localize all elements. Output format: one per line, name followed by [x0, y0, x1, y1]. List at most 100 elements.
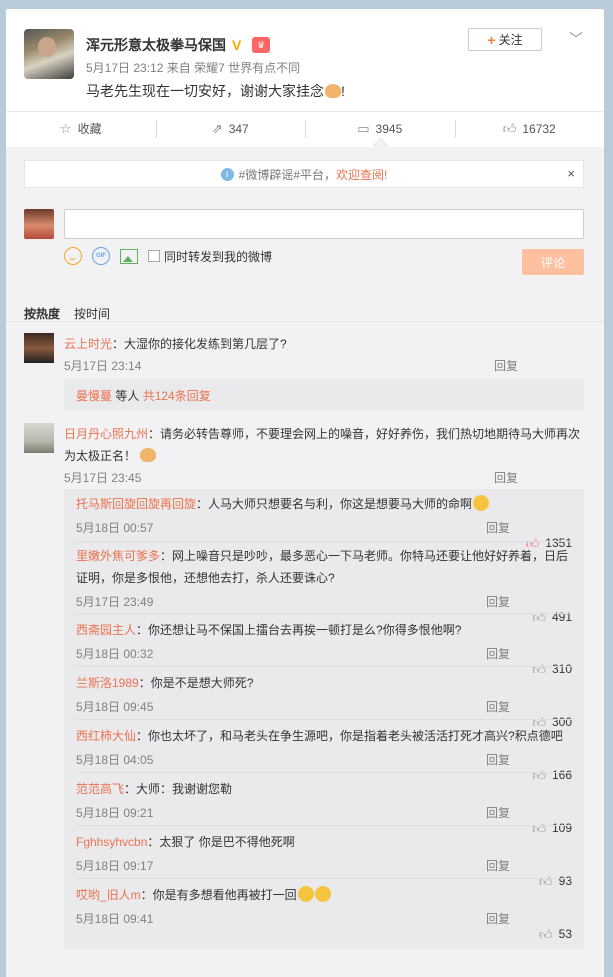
commenter-avatar[interactable] — [24, 333, 54, 363]
comment-section: i #微博辟谣#平台， 欢迎查阅! × GIF 同时转发到我的微博 评论 按热度… — [6, 147, 604, 977]
reply-content: ：太狠了 你是巴不得他死啊 — [147, 835, 295, 849]
sort-tabs: 按热度 按时间 — [24, 305, 110, 322]
follow-label: 关注 — [498, 33, 523, 47]
reply-button[interactable]: 回复 — [486, 857, 510, 874]
reply-button[interactable]: 回复 — [486, 519, 510, 536]
reply-button[interactable]: 回复 — [486, 751, 510, 768]
reply-like-count: 53 — [558, 927, 572, 941]
close-icon[interactable]: × — [567, 166, 575, 181]
post-text-content: 马老先生现在一切安好，谢谢大家挂念 — [86, 83, 324, 99]
repost-count: 347 — [228, 121, 249, 136]
info-icon: i — [220, 167, 234, 181]
comment-time: 5月17日 23:14 — [64, 359, 142, 373]
favorite-button[interactable]: ☆ 收藏 — [6, 112, 156, 145]
comment-meta: 5月17日 23:45 回复 👍︎904 — [64, 467, 584, 507]
repost-icon: ⇗ — [211, 120, 223, 136]
divider — [76, 613, 572, 614]
divider — [76, 541, 572, 542]
reply-content: ：你是有多想看他再被打一回 — [140, 888, 297, 902]
post-actions: ☆ 收藏 ⇗ 347 ▭ 3945 👍︎ 16732 — [6, 111, 604, 145]
also-repost-label: 同时转发到我的微博 — [164, 249, 273, 264]
tab-sort-hot[interactable]: 按热度 — [24, 305, 60, 322]
post-source: 来自 荣耀7 世界有点不同 — [166, 61, 301, 75]
follow-button[interactable]: + 关注 — [468, 28, 542, 51]
replier-name[interactable]: 托马斯回旋回旋再回旋 — [76, 497, 196, 511]
reply-button[interactable]: 回复 — [486, 910, 510, 927]
like-count: 16732 — [522, 121, 556, 136]
like-button[interactable]: 👍︎ 16732 — [454, 112, 605, 145]
replies-summary[interactable]: 曼慢蔓 等人 共124条回复 — [64, 379, 584, 411]
reply-item: Fghhsyhvcbn：太狠了 你是巴不得他死啊 — [76, 831, 572, 853]
gif-icon[interactable]: GIF — [92, 247, 110, 265]
repost-button[interactable]: ⇗ 347 — [155, 112, 306, 145]
commenter-name[interactable]: 日月丹心照九州 — [64, 427, 148, 441]
reply-time: 5月18日 09:21 — [76, 806, 154, 820]
replier-name[interactable]: 兰斯洛1989 — [76, 676, 139, 690]
chevron-down-icon[interactable]: ﹀ — [569, 29, 583, 49]
comment-text: 日月丹心照九州：请务必转告尊师，不要理会网上的噪音，好好养伤，我们热切地期待马大… — [64, 423, 584, 467]
tab-sort-time[interactable]: 按时间 — [74, 305, 110, 322]
thumb-up-icon: 👍︎ — [539, 927, 553, 942]
replier-name[interactable]: 西斋园主人 — [76, 623, 136, 637]
reply-button[interactable]: 回复 — [486, 593, 510, 610]
reply-time: 5月18日 09:45 — [76, 700, 154, 714]
rumor-notice: i #微博辟谣#平台， 欢迎查阅! × — [24, 160, 584, 188]
post-time[interactable]: 5月17日 23:12 — [86, 61, 163, 75]
summary-name[interactable]: 曼慢蔓 — [76, 387, 112, 404]
reply-time: 5月18日 00:57 — [76, 521, 154, 535]
reply-button[interactable]: 回复 — [486, 804, 510, 821]
reply-content: ：大师：我谢谢您勒 — [124, 782, 233, 796]
emoji-icon[interactable] — [64, 247, 82, 265]
reply-item: 托马斯回旋回旋再回旋：人马大师只想要名与利，你这是想要马大师的命啊 — [76, 493, 572, 515]
replier-name[interactable]: 西红柿大仙 — [76, 729, 136, 743]
favorite-label: 收藏 — [77, 122, 102, 136]
summary-count-link[interactable]: 共124条回复 — [143, 387, 211, 404]
star-icon: ☆ — [59, 120, 72, 136]
reply-meta: 5月18日 09:21 回复 👍︎ 109 — [76, 804, 572, 836]
plus-icon: + — [487, 31, 496, 48]
divider — [76, 666, 572, 667]
replier-name[interactable]: Fghhsyhvcbn — [76, 835, 147, 849]
comment-time: 5月17日 23:45 — [64, 471, 142, 485]
reply-meta: 5月18日 09:17 回复 👍︎ 93 — [76, 857, 572, 889]
reply-button[interactable]: 回复 — [486, 698, 510, 715]
notice-link[interactable]: 欢迎查阅! — [336, 166, 387, 183]
reply-button[interactable]: 回复 — [494, 355, 518, 377]
also-repost-checkbox[interactable] — [148, 250, 160, 262]
reply-time: 5月17日 23:49 — [76, 595, 154, 609]
reply-meta: 5月18日 09:45 回复 👍︎ 300 — [76, 698, 572, 730]
comment-text: 云上时光：大湿你的接化发练到第几层了? — [64, 333, 584, 355]
reply-item: 兰斯洛1989：你是不是想大师死? — [76, 672, 572, 694]
reply-button[interactable]: 回复 — [486, 645, 510, 662]
reply-meta: 5月18日 09:41 回复 👍︎ 53 — [76, 910, 572, 942]
replier-name[interactable]: 哎哟_旧人m — [76, 888, 141, 902]
author-avatar[interactable] — [24, 29, 74, 79]
level-badge-icon: ♛ — [252, 37, 270, 53]
author-name[interactable]: 浑元形意太极拳马保国 — [86, 35, 226, 55]
reply-meta: 5月18日 00:32 回复 👍︎ 310 — [76, 645, 572, 677]
face-emoji-icon — [473, 495, 490, 511]
reply-time: 5月18日 09:41 — [76, 912, 154, 926]
image-icon[interactable] — [120, 248, 138, 264]
replier-name[interactable]: 里嫩外焦可爹多 — [76, 549, 160, 563]
reply-item: 范范高飞：大师：我谢谢您勒 — [76, 778, 572, 800]
comment-input[interactable] — [64, 209, 584, 239]
comment-icon: ▭ — [357, 120, 370, 136]
reply-meta: 5月18日 04:05 回复 👍︎ 166 — [76, 751, 572, 783]
laugh-emoji-icon — [297, 886, 314, 902]
composer-tools: GIF 同时转发到我的微博 — [64, 247, 272, 265]
post-text: 马老先生现在一切安好，谢谢大家挂念! — [86, 83, 345, 99]
reply-content: ：你也太坏了，和马老头在争生源吧，你是指着老头被活活打死才高兴?积点德吧 — [136, 729, 563, 743]
submit-comment-button[interactable]: 评论 — [522, 249, 584, 275]
commenter-name[interactable]: 云上时光 — [64, 337, 112, 351]
divider — [76, 719, 572, 720]
comment-button[interactable]: ▭ 3945 — [305, 112, 455, 145]
replier-name[interactable]: 范范高飞 — [76, 782, 124, 796]
reply-meta: 5月18日 00:57 回复 👍︎ 1351 — [76, 519, 572, 551]
weibo-card: 浑元形意太极拳马保国 V ♛ 5月17日 23:12 来自 荣耀7 世界有点不同… — [6, 9, 604, 977]
laugh-emoji-icon — [314, 886, 331, 902]
commenter-avatar[interactable] — [24, 423, 54, 453]
reply-button[interactable]: 回复 — [494, 467, 518, 489]
my-avatar — [24, 209, 54, 239]
reply-like-button[interactable]: 👍︎ 53 — [539, 927, 572, 943]
